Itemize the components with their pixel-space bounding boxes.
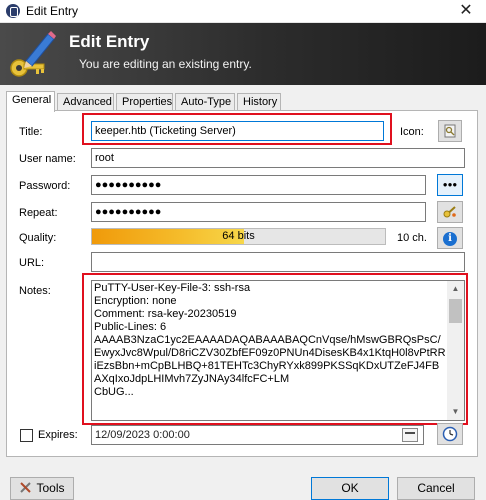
window-title: Edit Entry bbox=[26, 4, 79, 18]
expires-datetime-input[interactable]: 12/09/2023 0:00:00 bbox=[91, 425, 424, 445]
calendar-dropdown-icon[interactable] bbox=[402, 428, 418, 442]
close-button[interactable]: ✕ bbox=[446, 0, 486, 22]
quality-info-button[interactable]: i bbox=[437, 227, 463, 249]
title-bar: Edit Entry ✕ bbox=[0, 0, 486, 23]
key-icon bbox=[444, 124, 456, 138]
key-generator-icon bbox=[443, 206, 456, 218]
icon-picker-button[interactable] bbox=[438, 120, 462, 142]
quality-chars-text: 10 ch. bbox=[397, 232, 427, 244]
quality-bar: 64 bits bbox=[91, 228, 386, 245]
title-label: Title: bbox=[19, 126, 43, 138]
title-highlight-box bbox=[82, 113, 392, 145]
clock-icon bbox=[442, 426, 458, 442]
edit-entry-window: Edit Entry ✕ Edit Entry You are editing … bbox=[0, 0, 486, 500]
tab-history[interactable]: History bbox=[237, 93, 281, 111]
keepass-lock-icon bbox=[6, 4, 20, 18]
info-icon: i bbox=[443, 232, 457, 246]
tools-icon bbox=[20, 482, 32, 493]
password-input[interactable]: ●●●●●●●●●● bbox=[91, 175, 426, 195]
icon-label: Icon: bbox=[400, 126, 424, 138]
tools-button-label: Tools bbox=[36, 481, 65, 495]
quality-label: Quality: bbox=[19, 232, 57, 244]
repeat-input[interactable]: ●●●●●●●●●● bbox=[91, 202, 426, 222]
password-label: Password: bbox=[19, 180, 71, 192]
tab-properties[interactable]: Properties bbox=[116, 93, 173, 111]
expires-checkbox[interactable] bbox=[20, 429, 33, 442]
banner: Edit Entry You are editing an existing e… bbox=[0, 23, 486, 85]
url-label: URL: bbox=[19, 257, 45, 269]
repeat-label: Repeat: bbox=[19, 207, 58, 219]
banner-title: Edit Entry bbox=[69, 32, 150, 51]
url-input[interactable] bbox=[91, 252, 465, 272]
tab-advanced[interactable]: Advanced bbox=[57, 93, 114, 111]
show-password-button[interactable]: ●●● bbox=[437, 174, 463, 196]
username-label: User name: bbox=[19, 153, 76, 165]
tab-auto-type[interactable]: Auto-Type bbox=[175, 93, 235, 111]
notes-label: Notes: bbox=[19, 285, 51, 297]
key-pencil-icon bbox=[10, 31, 56, 77]
username-input[interactable]: root bbox=[91, 148, 465, 168]
expiry-presets-button[interactable] bbox=[437, 423, 463, 445]
quality-bits-text: 64 bits bbox=[222, 230, 255, 242]
banner-subtitle: You are editing an existing entry. bbox=[79, 57, 252, 71]
notes-highlight-box bbox=[82, 273, 468, 425]
expires-label: Expires: bbox=[38, 429, 78, 441]
tab-general[interactable]: General bbox=[6, 91, 55, 112]
password-generator-button[interactable] bbox=[437, 201, 463, 223]
